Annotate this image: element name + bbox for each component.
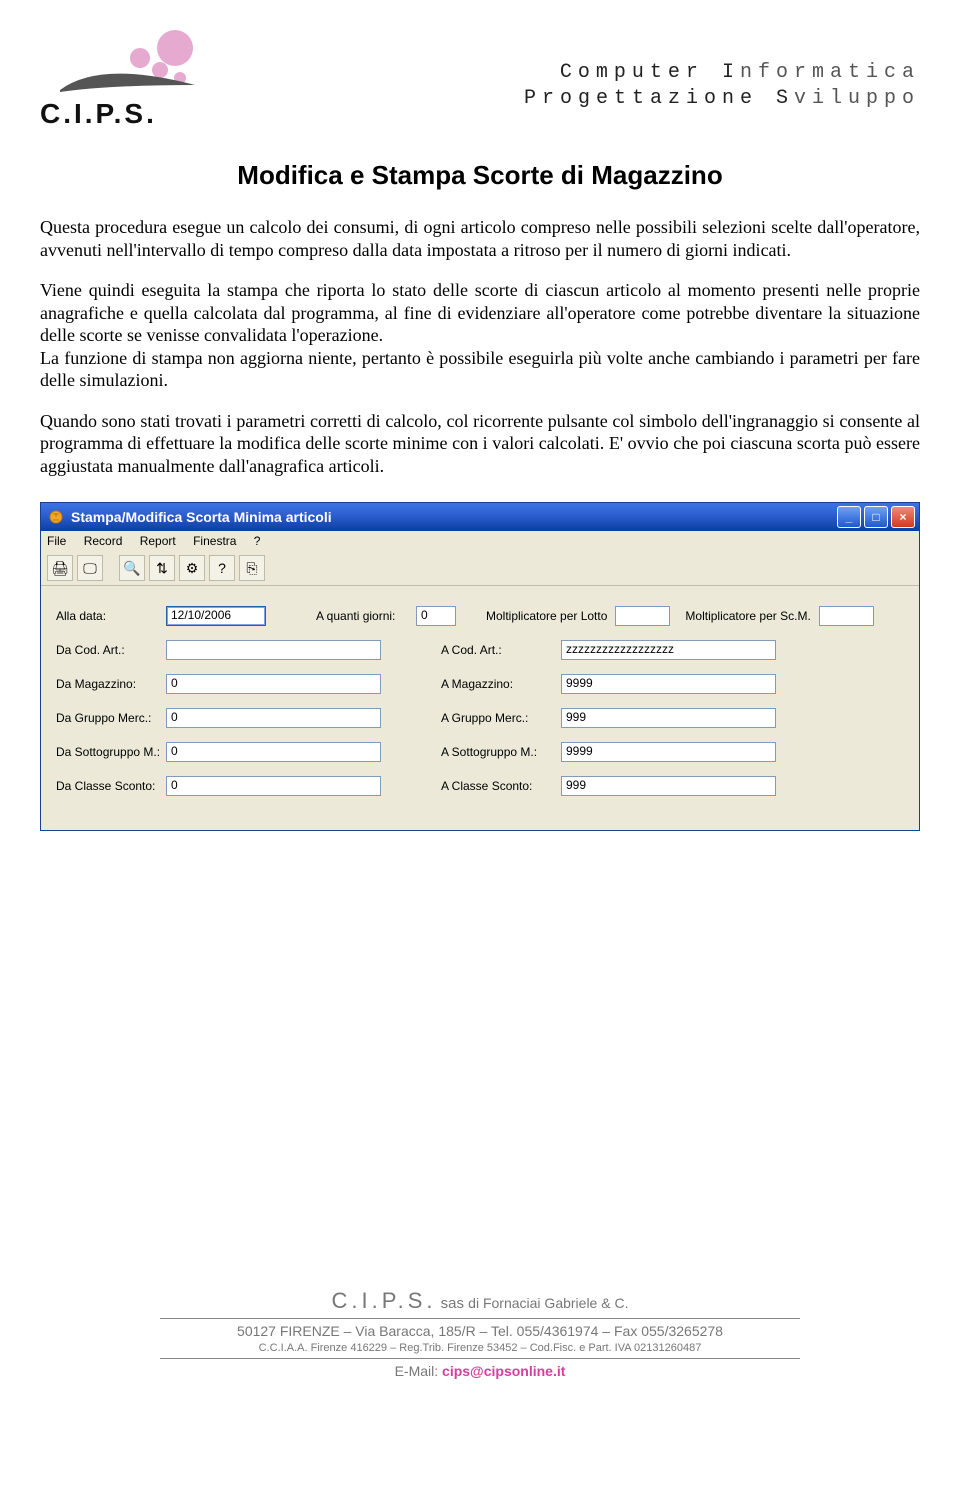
input-a-quanti-giorni[interactable]: 0 <box>416 606 456 626</box>
company-logo: C.I.P.S. <box>40 30 220 130</box>
input-molt-lotto[interactable] <box>615 606 670 626</box>
input-a-cod-art[interactable]: zzzzzzzzzzzzzzzzzz <box>561 640 776 660</box>
paragraph: Quando sono stati trovati i parametri co… <box>40 410 920 478</box>
screen-icon: 🖵 <box>83 560 97 577</box>
find-button[interactable]: 🔍 <box>119 555 145 581</box>
input-molt-scm[interactable] <box>819 606 874 626</box>
label-da-sottogruppo: Da Sottogruppo M.: <box>56 745 166 759</box>
label-da-classe: Da Classe Sconto: <box>56 779 166 793</box>
label-a-magazzino: A Magazzino: <box>441 677 561 691</box>
tagline-word: viluppo <box>794 87 920 110</box>
application-window: Stampa/Modifica Scorta Minima articoli _… <box>40 502 920 831</box>
sort-icon: ⇅ <box>156 560 168 577</box>
input-a-magazzino[interactable]: 9999 <box>561 674 776 694</box>
menu-help[interactable]: ? <box>254 534 261 548</box>
menu-bar: File Record Report Finestra ? <box>41 531 919 551</box>
footer-email-label: E-Mail: <box>395 1363 442 1379</box>
paragraph: Questa procedura esegue un calcolo dei c… <box>40 216 920 261</box>
input-da-magazzino[interactable]: 0 <box>166 674 381 694</box>
minimize-icon: _ <box>846 511 853 523</box>
binoculars-icon: 🔍 <box>123 560 140 577</box>
input-da-classe[interactable]: 0 <box>166 776 381 796</box>
footer-owner: di Fornaciai Gabriele & C. <box>468 1295 628 1311</box>
input-a-classe[interactable]: 999 <box>561 776 776 796</box>
footer-email[interactable]: cips@cipsonline.it <box>442 1363 565 1379</box>
gear-button[interactable]: ⚙ <box>179 555 205 581</box>
toolbar: 🖨 🖵 🔍 ⇅ ⚙ ? ⎘ <box>41 551 919 586</box>
input-da-sottogruppo[interactable]: 0 <box>166 742 381 762</box>
label-a-quanti-giorni: A quanti giorni: <box>316 609 416 623</box>
print-button[interactable]: 🖨 <box>47 555 73 581</box>
footer-address: 50127 FIRENZE – Via Baracca, 185/R – Tel… <box>0 1322 960 1340</box>
close-icon: × <box>899 511 906 523</box>
input-a-gruppo[interactable]: 999 <box>561 708 776 728</box>
footer-company: C.I.P.S. <box>332 1288 437 1313</box>
footer-divider <box>160 1358 800 1359</box>
label-da-gruppo: Da Gruppo Merc.: <box>56 711 166 725</box>
label-molt-lotto: Moltiplicatore per Lotto <box>486 609 607 623</box>
input-da-gruppo[interactable]: 0 <box>166 708 381 728</box>
tagline-word: nformatica <box>740 61 920 84</box>
label-da-cod-art: Da Cod. Art.: <box>56 643 166 657</box>
input-alla-data[interactable]: 12/10/2006 <box>166 606 266 626</box>
exit-button[interactable]: ⎘ <box>239 555 265 581</box>
gear-icon: ⚙ <box>186 560 199 577</box>
paragraph: Viene quindi eseguita la stampa che ripo… <box>40 279 920 347</box>
logo-text: C.I.P.S. <box>40 98 157 130</box>
menu-file[interactable]: File <box>47 534 66 548</box>
footer-legal: C.C.I.A.A. Firenze 416229 – Reg.Trib. Fi… <box>0 1341 960 1355</box>
form-area: Alla data: 12/10/2006 A quanti giorni: 0… <box>41 586 919 830</box>
input-a-sottogruppo[interactable]: 9999 <box>561 742 776 762</box>
footer-divider <box>160 1318 800 1319</box>
sort-button[interactable]: ⇅ <box>149 555 175 581</box>
tagline-word: Computer <box>560 61 722 84</box>
window-titlebar: Stampa/Modifica Scorta Minima articoli _… <box>41 503 919 531</box>
tagline-word: Progettazione <box>524 87 776 110</box>
page-title: Modifica e Stampa Scorte di Magazzino <box>40 160 920 191</box>
input-da-cod-art[interactable] <box>166 640 381 660</box>
minimize-button[interactable]: _ <box>837 506 861 528</box>
page-header: C.I.P.S. Computer Informatica Progettazi… <box>40 30 920 130</box>
menu-record[interactable]: Record <box>84 534 123 548</box>
label-a-classe: A Classe Sconto: <box>441 779 561 793</box>
help-icon: ? <box>218 560 226 576</box>
label-a-sottogruppo: A Sottogruppo M.: <box>441 745 561 759</box>
tagline-word: S <box>776 87 794 110</box>
label-a-cod-art: A Cod. Art.: <box>441 643 561 657</box>
label-alla-data: Alla data: <box>56 609 166 623</box>
exit-icon: ⎘ <box>246 560 257 577</box>
help-button[interactable]: ? <box>209 555 235 581</box>
page-footer: C.I.P.S. sas di Fornaciai Gabriele & C. … <box>0 1287 960 1380</box>
menu-report[interactable]: Report <box>140 534 176 548</box>
paragraph: La funzione di stampa non aggiorna nient… <box>40 347 920 392</box>
maximize-icon: □ <box>872 511 879 523</box>
label-da-magazzino: Da Magazzino: <box>56 677 166 691</box>
print-icon: 🖨 <box>51 560 69 577</box>
tagline-word: I <box>722 61 740 84</box>
label-molt-scm: Moltiplicatore per Sc.M. <box>685 609 810 623</box>
preview-button[interactable]: 🖵 <box>77 555 103 581</box>
footer-sas: sas <box>436 1295 468 1312</box>
window-title: Stampa/Modifica Scorta Minima articoli <box>71 509 332 525</box>
company-tagline: Computer Informatica Progettazione Svilu… <box>524 60 920 112</box>
maximize-button[interactable]: □ <box>864 506 888 528</box>
close-button[interactable]: × <box>891 506 915 528</box>
menu-finestra[interactable]: Finestra <box>193 534 236 548</box>
label-a-gruppo: A Gruppo Merc.: <box>441 711 561 725</box>
window-app-icon <box>47 508 65 526</box>
